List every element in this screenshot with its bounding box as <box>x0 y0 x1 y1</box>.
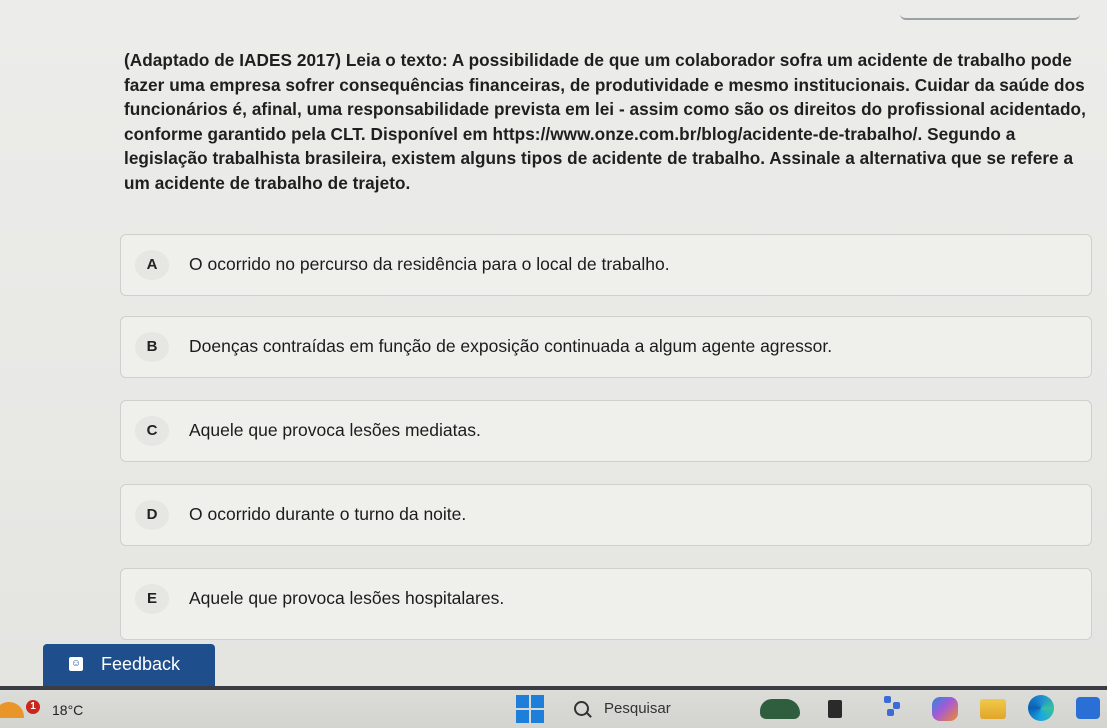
top-scroll-edge <box>900 8 1080 20</box>
option-b[interactable]: B Doenças contraídas em função de exposi… <box>120 316 1092 378</box>
option-letter: D <box>135 500 169 530</box>
feedback-button[interactable]: ☺ Feedback <box>43 644 215 687</box>
file-explorer-icon[interactable] <box>980 699 1006 719</box>
option-text: O ocorrido durante o turno da noite. <box>189 504 467 524</box>
taskbar-search[interactable]: Pesquisar <box>566 694 736 724</box>
store-icon[interactable] <box>1076 697 1100 719</box>
screen: (Adaptado de IADES 2017) Leia o texto: A… <box>0 0 1107 728</box>
smiley-feedback-icon: ☺ <box>69 657 83 671</box>
option-e[interactable]: E Aquele que provoca lesões hospitalares… <box>120 568 1092 640</box>
option-text: Doenças contraídas em função de exposiçã… <box>189 336 833 356</box>
search-placeholder: Pesquisar <box>604 700 671 717</box>
option-letter: C <box>135 416 169 446</box>
option-text: Aquele que provoca lesões mediatas. <box>189 420 481 440</box>
widgets-icon[interactable] <box>884 696 904 718</box>
windows-start-icon[interactable] <box>516 695 544 723</box>
option-c[interactable]: C Aquele que provoca lesões mediatas. <box>120 400 1092 462</box>
option-text: O ocorrido no percurso da residência par… <box>189 254 670 274</box>
dark-app-icon[interactable] <box>828 700 842 718</box>
sun-icon <box>0 702 24 718</box>
option-d[interactable]: D O ocorrido durante o turno da noite. <box>120 484 1092 546</box>
turtle-app-icon[interactable] <box>760 699 800 719</box>
option-letter: A <box>135 250 169 280</box>
feedback-label: Feedback <box>101 654 181 674</box>
question-text: (Adaptado de IADES 2017) Leia o texto: A… <box>124 50 1086 193</box>
option-a[interactable]: A O ocorrido no percurso da residência p… <box>120 234 1092 296</box>
search-icon <box>574 701 589 716</box>
copilot-icon[interactable] <box>932 697 958 721</box>
taskbar: 1 18°C Pesquisar <box>0 690 1107 728</box>
option-letter: B <box>135 332 169 362</box>
notification-badge: 1 <box>26 700 40 714</box>
edge-icon[interactable] <box>1028 695 1054 721</box>
option-text: Aquele que provoca lesões hospitalares. <box>189 588 505 608</box>
temperature-text: 18°C <box>52 702 84 718</box>
option-letter: E <box>135 584 169 614</box>
